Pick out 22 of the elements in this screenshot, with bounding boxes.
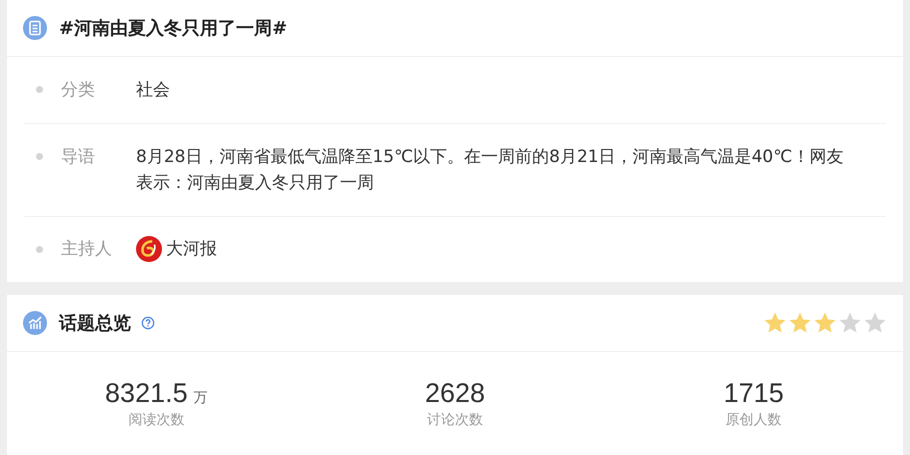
stat-value: 8321.5 <box>105 378 188 409</box>
bullet-icon <box>36 246 43 252</box>
field-label: 主持人 <box>61 238 113 261</box>
chart-icon <box>23 311 47 335</box>
field-label: 分类 <box>61 79 96 102</box>
topic-title: #河南由夏入冬只用了一周# <box>59 17 288 40</box>
section-title: 话题总览 <box>59 312 131 335</box>
stat-label: 原创人数 <box>726 411 782 429</box>
field-value: 8月28日，河南省最低气温降至15℃以下。在一周前的8月21日，河南最高气温是40℃！网友表示：河南由夏入冬只用了一周 <box>136 146 844 195</box>
logo-icon <box>136 236 162 262</box>
stat-unit: 万 <box>194 389 208 407</box>
help-icon[interactable] <box>141 316 155 330</box>
document-icon <box>23 16 47 40</box>
bullet-icon <box>36 153 43 160</box>
stat-value: 2628 <box>424 378 486 409</box>
field-value: 社会 <box>136 79 171 102</box>
bullet-icon <box>36 86 43 93</box>
stat-label: 讨论次数 <box>427 411 483 429</box>
field-label: 导语 <box>61 146 96 169</box>
stat-label: 阅读次数 <box>128 411 184 429</box>
stat-value: 1715 <box>724 378 784 409</box>
host-name[interactable]: 大河报 <box>166 236 217 262</box>
